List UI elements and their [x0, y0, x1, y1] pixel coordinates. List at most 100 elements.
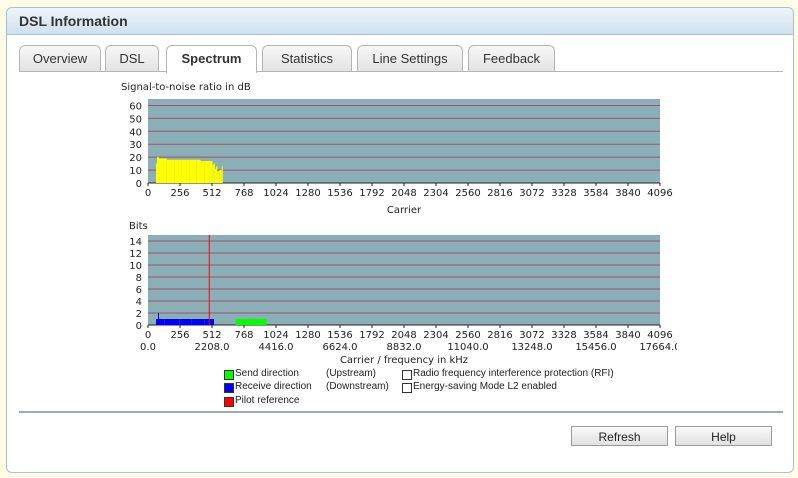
- tab-overview[interactable]: Overview: [19, 45, 101, 71]
- y-tick-label: 60: [129, 101, 142, 112]
- spectrum-charts: Signal-to-noise ratio in dB 010203040506…: [121, 82, 677, 366]
- x-tick-label: 2304: [423, 188, 448, 199]
- tab-spectrum[interactable]: Spectrum: [166, 45, 257, 73]
- x-tick-label: 2816: [487, 188, 512, 199]
- x-tick-label: 3840: [615, 188, 640, 199]
- l2-mode-swatch: [402, 383, 412, 393]
- bar: [164, 319, 168, 325]
- x-tick-label: 3584: [583, 330, 608, 341]
- frequency-tick-label: 17664.0: [639, 342, 677, 353]
- bar: [204, 161, 208, 183]
- y-tick-label: 4: [136, 297, 142, 308]
- x-tick-label: 1280: [295, 188, 320, 199]
- refresh-button[interactable]: Refresh: [571, 426, 668, 446]
- bar: [196, 159, 201, 183]
- x-tick-label: 1792: [359, 330, 384, 341]
- y-tick-label: 14: [129, 237, 142, 248]
- bar: [166, 159, 171, 183]
- x-tick-label: 256: [170, 188, 189, 199]
- x-tick-label: 3584: [583, 188, 608, 199]
- bar: [178, 159, 182, 183]
- bar: [212, 164, 214, 183]
- bar: [248, 319, 251, 325]
- bar: [158, 157, 159, 183]
- frequency-tick-label: 11040.0: [447, 342, 488, 353]
- legend-send: Send direction: [235, 368, 299, 379]
- bar: [210, 161, 213, 183]
- y-tick-label: 40: [129, 127, 142, 138]
- window-title: DSL Information: [19, 13, 128, 29]
- bar: [221, 166, 223, 183]
- bar: [170, 159, 175, 183]
- x-tick-label: 2048: [391, 188, 416, 199]
- bar: [179, 319, 186, 325]
- bar: [254, 319, 258, 325]
- bar: [156, 319, 158, 325]
- y-tick-label: 10: [129, 166, 142, 177]
- x-tick-label: 1536: [327, 330, 352, 341]
- bar: [250, 319, 255, 325]
- tab-feedback[interactable]: Feedback: [468, 45, 555, 71]
- x-tick-label: 3072: [519, 330, 544, 341]
- bits-y-tick-labels: 02468101214: [129, 237, 142, 332]
- frequency-tick-label: 2208.0: [195, 342, 230, 353]
- bar: [219, 170, 222, 183]
- x-tick-label: 3840: [615, 330, 640, 341]
- y-tick-label: 12: [129, 249, 142, 260]
- bits-chart-ylabel: Bits: [129, 221, 148, 232]
- bits-chart-xlabel: Carrier / frequency in kHz: [340, 355, 468, 366]
- y-tick-label: 6: [136, 285, 142, 296]
- frequency-tick-label: 6624.0: [323, 342, 358, 353]
- help-button[interactable]: Help: [675, 426, 772, 446]
- bar: [189, 159, 193, 183]
- legend-send-note: (Upstream): [326, 368, 377, 379]
- bar: [158, 313, 159, 325]
- snr-chart-ylabel: Signal-to-noise ratio in dB: [121, 82, 251, 93]
- x-tick-label: 1024: [263, 188, 288, 199]
- x-tick-label: 256: [170, 330, 189, 341]
- legend-l2: Energy-saving Mode L2 enabled: [413, 381, 557, 392]
- bar: [160, 158, 163, 183]
- bar: [214, 168, 217, 183]
- x-tick-label: 2560: [455, 330, 480, 341]
- tab-statistics[interactable]: Statistics: [262, 45, 352, 71]
- x-tick-label: 2816: [487, 330, 512, 341]
- bar: [185, 159, 190, 183]
- bar: [204, 319, 208, 325]
- x-tick-label: 1536: [327, 188, 352, 199]
- bar: [238, 319, 241, 325]
- bar: [157, 157, 158, 183]
- bar: [198, 319, 205, 325]
- frequency-tick-label: 4416.0: [259, 342, 294, 353]
- y-tick-label: 30: [129, 140, 142, 151]
- bar: [265, 319, 267, 325]
- frequency-tick-label: 0.0: [140, 342, 156, 353]
- x-tick-label: 512: [202, 188, 221, 199]
- snr-y-tick-labels: 0 10 20 30 40 50 60: [129, 101, 142, 190]
- x-tick-label: 2048: [391, 330, 416, 341]
- x-tick-label: 3072: [519, 188, 544, 199]
- bits-x-tick-labels: 0 256 512 768 1024 1280 1536 1792 2048 2304 2560 28…: [145, 325, 673, 341]
- bar: [213, 319, 214, 325]
- send-direction-swatch: [224, 370, 234, 380]
- bar: [240, 319, 243, 325]
- x-tick-label: 4096: [647, 330, 672, 341]
- rfi-swatch: [402, 370, 412, 380]
- bar: [216, 166, 218, 183]
- y-tick-label: 0: [136, 179, 142, 190]
- x-tick-label: 768: [234, 330, 253, 341]
- tab-dsl[interactable]: DSL: [105, 45, 159, 71]
- dsl-information-panel: DSL Information Overview DSL Spectrum St…: [6, 7, 794, 473]
- tab-line-settings[interactable]: Line Settings: [357, 45, 463, 71]
- y-tick-label: 0: [136, 321, 142, 332]
- y-tick-label: 20: [129, 153, 142, 164]
- x-tick-label: 1280: [295, 330, 320, 341]
- bar: [243, 319, 246, 325]
- bar: [159, 319, 161, 325]
- snr-x-tick-labels: 0 256 512 768 1024 1280 1536 1792 2048 2304 2560 28…: [145, 183, 673, 199]
- x-tick-label: 2560: [455, 188, 480, 199]
- bar: [260, 319, 266, 325]
- bar: [208, 161, 211, 183]
- legend-receive: Receive direction: [235, 381, 312, 392]
- bar: [181, 159, 186, 183]
